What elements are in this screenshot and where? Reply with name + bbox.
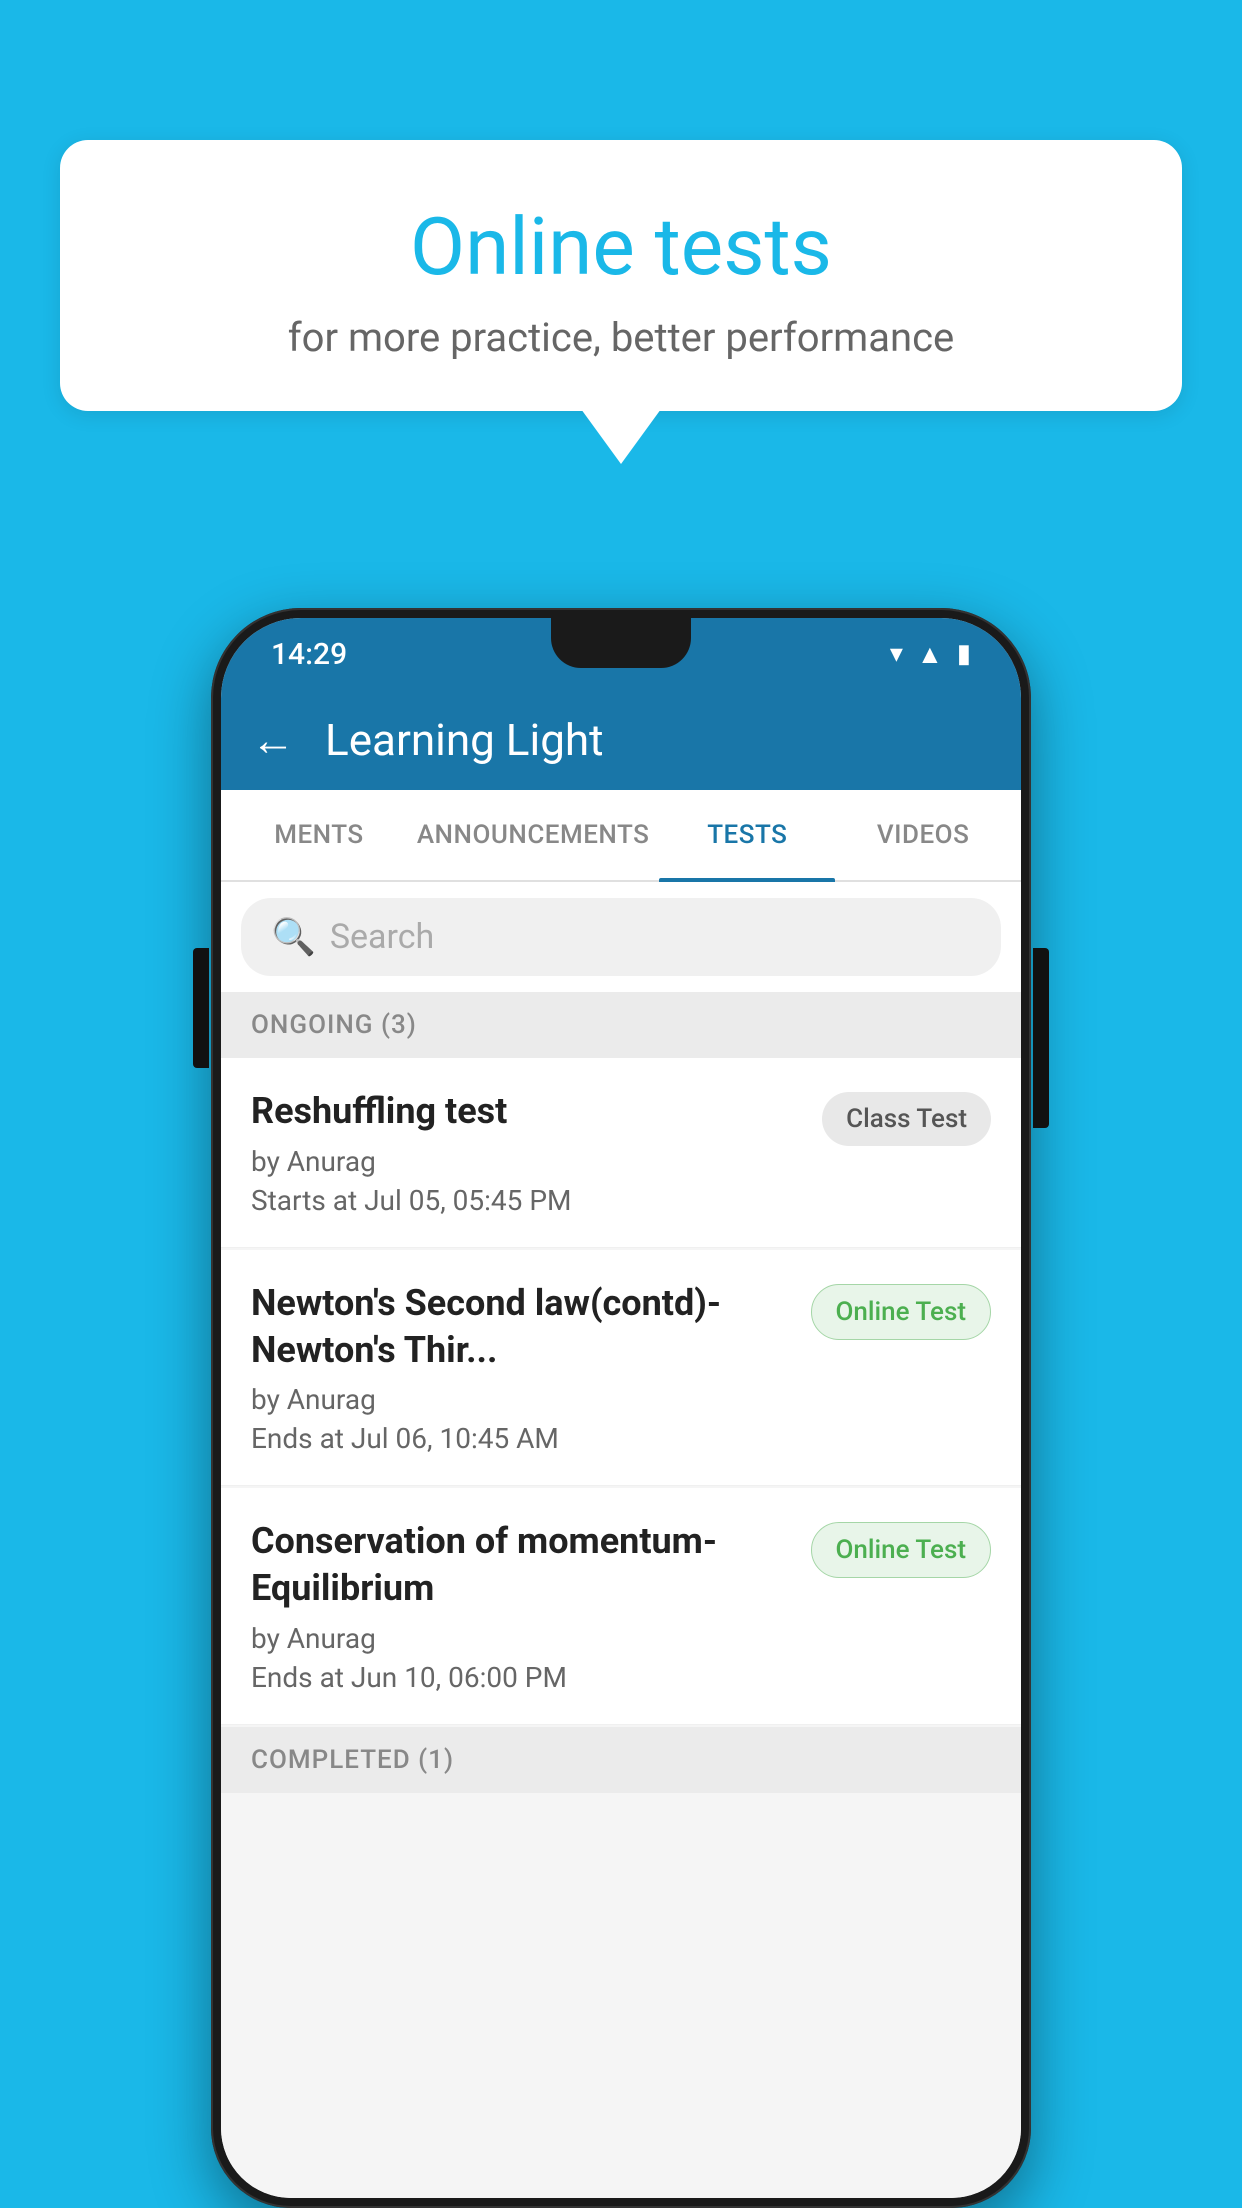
signal-icon: ▲	[917, 639, 943, 670]
ongoing-section-header: ONGOING (3)	[221, 992, 1021, 1058]
phone-device: 14:29 ▾ ▲ ▮ ← Learning Light MENTS	[211, 608, 1031, 2208]
tabs-bar: MENTS ANNOUNCEMENTS TESTS VIDEOS	[221, 790, 1021, 882]
status-bar: 14:29 ▾ ▲ ▮	[221, 618, 1021, 690]
speech-bubble: Online tests for more practice, better p…	[60, 140, 1182, 411]
bubble-subtitle: for more practice, better performance	[120, 314, 1122, 361]
tab-ments[interactable]: MENTS	[231, 790, 407, 880]
test-author-3: by Anurag	[251, 1622, 795, 1655]
test-card-content-3: Conservation of momentum-Equilibrium by …	[251, 1518, 795, 1694]
status-icons: ▾ ▲ ▮	[890, 639, 971, 670]
test-date-2: Ends at Jul 06, 10:45 AM	[251, 1422, 795, 1455]
test-card-newton[interactable]: Newton's Second law(contd)-Newton's Thir…	[221, 1250, 1021, 1487]
test-card-content-1: Reshuffling test by Anurag Starts at Jul…	[251, 1088, 806, 1217]
test-date-1: Starts at Jul 05, 05:45 PM	[251, 1184, 806, 1217]
bubble-pointer	[581, 409, 661, 464]
status-time: 14:29	[271, 637, 347, 672]
test-title-2: Newton's Second law(contd)-Newton's Thir…	[251, 1280, 795, 1374]
test-badge-3: Online Test	[811, 1522, 992, 1578]
test-author-1: by Anurag	[251, 1145, 806, 1178]
speech-bubble-section: Online tests for more practice, better p…	[60, 140, 1182, 464]
phone-frame: 14:29 ▾ ▲ ▮ ← Learning Light MENTS	[211, 608, 1031, 2208]
test-card-content-2: Newton's Second law(contd)-Newton's Thir…	[251, 1280, 795, 1456]
content-area: ONGOING (3) Reshuffling test by Anurag S…	[221, 992, 1021, 2198]
test-date-3: Ends at Jun 10, 06:00 PM	[251, 1661, 795, 1694]
search-container: 🔍 Search	[221, 882, 1021, 992]
app-bar-title: Learning Light	[325, 714, 604, 766]
app-bar: ← Learning Light	[221, 690, 1021, 790]
test-author-2: by Anurag	[251, 1383, 795, 1416]
tab-tests[interactable]: TESTS	[659, 790, 835, 880]
test-title-3: Conservation of momentum-Equilibrium	[251, 1518, 795, 1612]
tab-videos[interactable]: VIDEOS	[835, 790, 1011, 880]
tab-announcements[interactable]: ANNOUNCEMENTS	[407, 790, 660, 880]
test-title-1: Reshuffling test	[251, 1088, 806, 1135]
search-input[interactable]: Search	[330, 917, 434, 957]
phone-screen: 14:29 ▾ ▲ ▮ ← Learning Light MENTS	[221, 618, 1021, 2198]
search-icon: 🔍	[271, 916, 316, 958]
phone-notch	[551, 618, 691, 668]
search-bar[interactable]: 🔍 Search	[241, 898, 1001, 976]
battery-icon: ▮	[957, 639, 971, 669]
test-badge-2: Online Test	[811, 1284, 992, 1340]
test-badge-1: Class Test	[822, 1092, 991, 1146]
bubble-title: Online tests	[120, 200, 1122, 294]
test-card-reshuffling[interactable]: Reshuffling test by Anurag Starts at Jul…	[221, 1058, 1021, 1248]
completed-section-header: COMPLETED (1)	[221, 1727, 1021, 1793]
back-button[interactable]: ←	[251, 714, 295, 766]
wifi-icon: ▾	[890, 639, 903, 669]
test-card-conservation[interactable]: Conservation of momentum-Equilibrium by …	[221, 1488, 1021, 1725]
